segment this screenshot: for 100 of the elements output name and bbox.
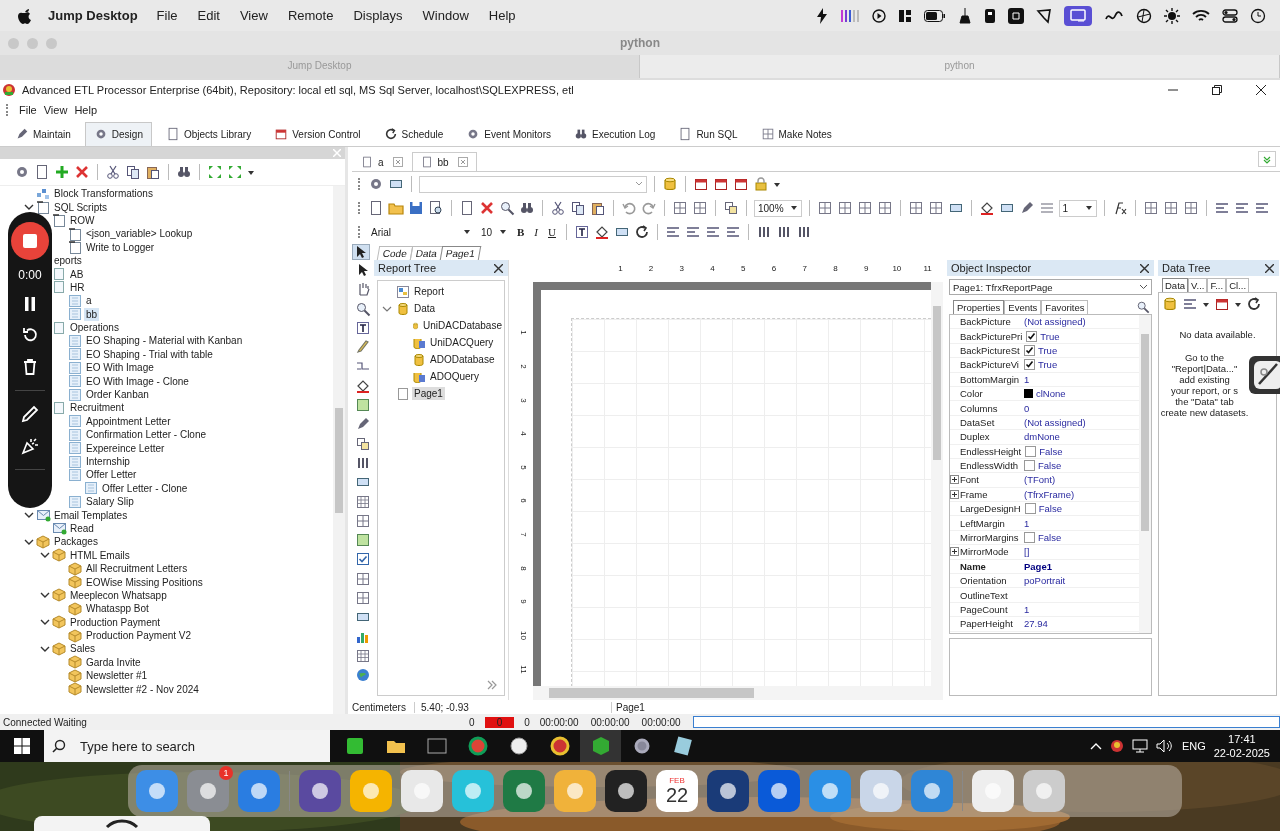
tree-item[interactable]: Data [412,302,438,315]
property-value[interactable]: 27.94 [1024,618,1048,630]
search-field[interactable]: Type here to search [44,730,330,762]
tab[interactable]: Event Monitors [457,122,560,146]
tree-item[interactable]: eports [52,254,84,268]
tree-item[interactable]: UniDACDatabase [421,319,504,332]
tree-item[interactable]: EO With Image [84,361,156,375]
tree-item[interactable]: Garda Invite [84,655,143,669]
property-value[interactable]: (TFont) [1024,474,1056,486]
property-value[interactable]: False [1038,532,1062,544]
tab[interactable]: Maintain [6,122,80,146]
tree-item[interactable]: Report [412,285,446,298]
line-width-dropdown[interactable]: 1 [1058,199,1097,217]
property-value[interactable]: True [1038,359,1058,371]
tree-item[interactable]: Sales [68,642,97,656]
tree-item[interactable]: Page1 [412,387,445,400]
tree-item[interactable]: HR [68,280,87,294]
calendar-app-icon[interactable]: FEB 22 [656,770,698,812]
document-tab[interactable]: a [352,152,412,171]
tab[interactable]: Version Control [265,122,370,146]
tree-item[interactable]: UniDACQuery [428,336,496,349]
tree-item[interactable]: HTML Emails [68,548,132,562]
tree-item[interactable]: Newsletter #2 - Nov 2024 [84,682,201,696]
tree-item[interactable]: Production Payment [68,615,163,629]
tree-item[interactable]: a [84,294,94,308]
property-value[interactable]: (Not assigned) [1024,316,1086,328]
property-value[interactable]: True [1038,344,1058,356]
tree-item[interactable]: Newsletter #1 [84,669,150,683]
property-value[interactable]: [] [1024,546,1030,558]
clock-date[interactable]: 22-02-2025 [1213,746,1270,760]
tree-item[interactable]: AB [68,267,86,281]
tab[interactable]: V... [1188,278,1208,292]
menu-item[interactable]: View [239,8,268,23]
property-value[interactable]: 0 [1024,402,1030,414]
property-value[interactable]: Page1 [1024,560,1052,572]
tree-item[interactable]: Order Kanban [84,388,151,402]
tab[interactable]: Events [1004,300,1042,314]
menu-item[interactable]: Window [422,8,469,23]
tab[interactable]: Schedule [374,122,453,146]
tree-item[interactable]: Salary Slip [84,495,136,509]
tree-item[interactable]: Offer Letter - Clone [100,481,190,495]
tree-item[interactable]: All Recruitment Letters [84,562,190,576]
menu-item[interactable]: Remote [287,8,334,23]
page-tab[interactable]: Page1 [439,246,482,260]
tree-item[interactable]: Meeplecon Whatsapp [68,588,169,602]
object-dropdown[interactable]: Page1: TfrxReportPage [949,279,1152,295]
tree-item[interactable]: EO With Image - Clone [84,374,191,388]
tree-item[interactable]: Operations [68,321,121,335]
tree-item[interactable]: ADOQuery [428,370,481,383]
tree-item[interactable]: EO Shaping - Material with Kanban [84,334,245,348]
menu-item[interactable]: File [19,104,37,116]
tree-item[interactable]: Offer Letter [84,468,139,482]
language-indicator[interactable]: ENG [1181,740,1206,752]
menu-item[interactable]: View [43,104,68,116]
tree-item[interactable]: SQL Scripts [52,200,109,214]
tree-item[interactable]: bb [84,307,100,321]
tree-item[interactable]: Packages [52,535,100,549]
menu-item[interactable]: File [156,8,178,23]
tab[interactable]: Run SQL [669,122,747,146]
tree-item[interactable]: EOWise Missing Positions [84,575,205,589]
property-value[interactable]: poPortrait [1024,575,1066,587]
property-value[interactable]: (TfrxFrame) [1024,488,1075,500]
tree-item[interactable]: Read [68,521,96,535]
tree-item[interactable]: Block Transformations [52,187,155,201]
font-size-dropdown[interactable]: 10 [478,224,510,240]
property-value[interactable]: clNone [1036,388,1066,400]
property-value[interactable]: 1 [1024,373,1030,385]
format-button[interactable]: B [514,226,528,238]
tree-item[interactable]: Appointment Letter [84,414,173,428]
tree-item[interactable]: Expereince Letter [84,441,167,455]
menu-item[interactable]: Edit [197,8,220,23]
tree-item[interactable]: Email Templates [52,508,130,522]
tree-item[interactable]: Internship [84,455,132,468]
tree-item[interactable]: Production Payment V2 [84,629,194,643]
property-value[interactable]: 1 [1024,517,1030,529]
tab[interactable]: Design [84,122,152,146]
property-value[interactable]: (Not assigned) [1024,416,1086,428]
tab[interactable]: Data [1162,278,1189,292]
clock-time[interactable]: 17:41 [1228,732,1256,746]
tree-item[interactable]: <json_variable> Lookup [84,227,195,241]
tab[interactable]: F... [1207,278,1227,292]
tree-item[interactable]: Recruitment [68,401,126,415]
property-value[interactable]: True [1040,330,1060,342]
tab[interactable]: Favorites [1041,300,1089,314]
app-menu[interactable]: Jump Desktop [48,8,138,23]
format-button[interactable]: U [545,226,559,238]
tab[interactable]: Objects Library [156,122,261,146]
tab[interactable]: Execution Log [565,122,665,146]
menu-item[interactable]: Displays [353,8,403,23]
tree-item[interactable]: Whataspp Bot [84,602,151,616]
tree-item[interactable]: EO Shaping - Trial with table [84,347,215,361]
document-tab[interactable]: bb [411,152,477,171]
font-dropdown[interactable]: Arial [368,224,474,240]
tree-item[interactable]: ROW [68,213,97,227]
property-value[interactable]: dmNone [1024,431,1060,443]
property-value[interactable]: False [1038,503,1062,515]
tree-item[interactable]: Confirmation Letter - Clone [84,428,209,442]
tab[interactable]: Properties [953,300,1005,314]
property-value[interactable]: 1 [1024,604,1030,615]
format-button[interactable]: I [531,226,541,238]
